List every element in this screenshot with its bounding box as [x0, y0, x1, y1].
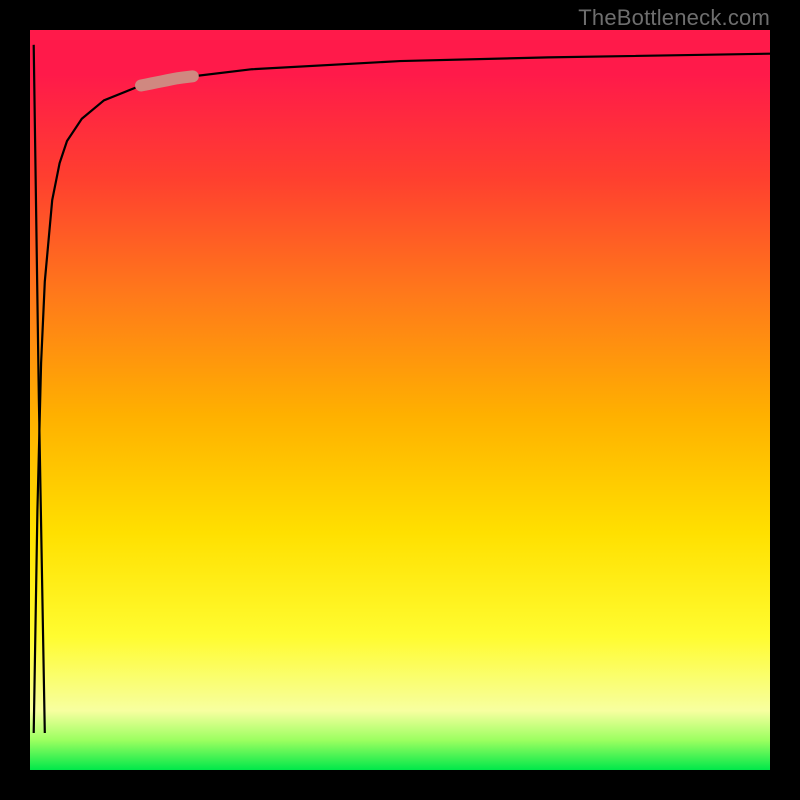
- chart-container: TheBottleneck.com: [0, 0, 800, 800]
- bottleneck-curve-path: [34, 54, 770, 733]
- highlight-segment-path: [141, 76, 193, 85]
- curve-svg: [30, 30, 770, 770]
- plot-area: [30, 30, 770, 770]
- initial-drop-path: [34, 45, 45, 733]
- attribution-text: TheBottleneck.com: [578, 5, 770, 31]
